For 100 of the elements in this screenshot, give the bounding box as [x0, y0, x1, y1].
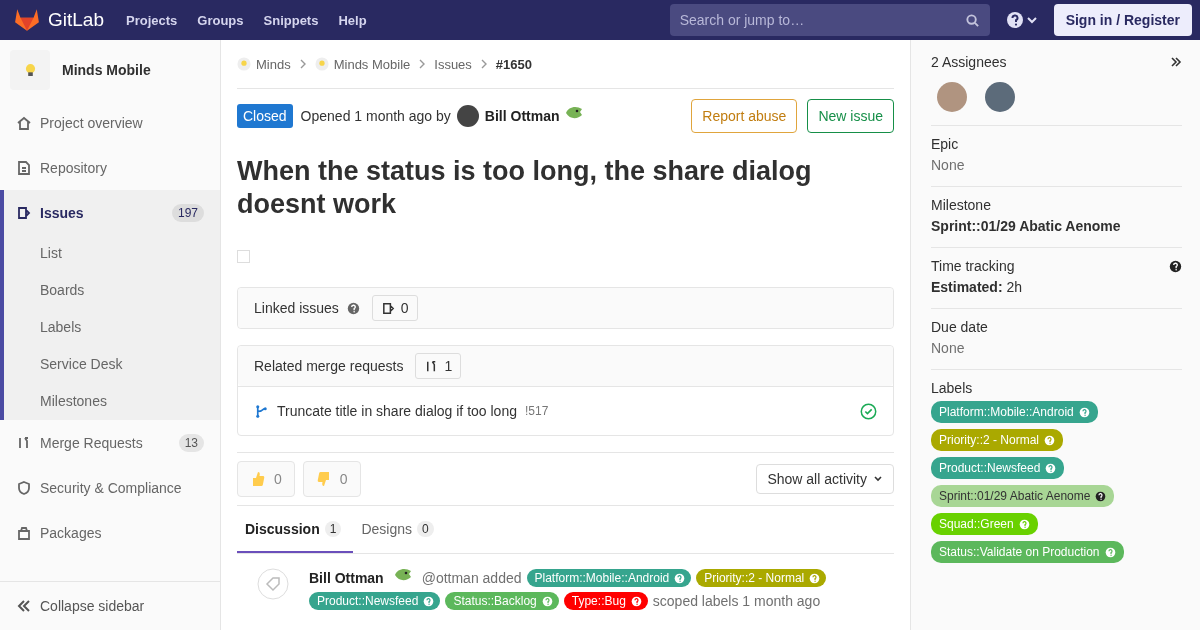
sidebar-item[interactable]: Security & Compliance: [0, 465, 220, 510]
sidebar-subitem[interactable]: Milestones: [4, 383, 220, 420]
label-pill[interactable]: Product::Newsfeed: [931, 457, 1065, 479]
breadcrumb-link[interactable]: Minds: [237, 56, 291, 72]
opened-text: Opened 1 month ago by: [300, 108, 451, 124]
breadcrumb-link[interactable]: Minds Mobile: [314, 56, 411, 72]
lightbulb-icon: [24, 62, 36, 78]
merge-request-link[interactable]: Truncate title in share dialog if too long: [277, 403, 517, 419]
action-button[interactable]: New issue: [807, 99, 894, 133]
note-text: @ottman added: [421, 569, 522, 588]
user-avatar[interactable]: [456, 105, 479, 127]
double-chevron-right-icon[interactable]: [1170, 56, 1182, 68]
action-button[interactable]: Report abuse: [691, 99, 798, 133]
sidebar-item[interactable]: Project overview: [0, 100, 220, 145]
project-avatar-icon: [314, 57, 329, 71]
emoji-award-button[interactable]: 0: [302, 461, 361, 497]
time-estimate: Estimated: 2h: [931, 279, 1024, 295]
sidebar-item[interactable]: Packages: [0, 510, 220, 555]
count-badge: 197: [171, 203, 204, 222]
chevron-right-icon: [479, 59, 488, 69]
nav-link[interactable]: Snippets: [263, 12, 319, 28]
sidebar-subitem[interactable]: Labels: [4, 309, 220, 346]
section-title: Epic: [931, 136, 960, 152]
label-pill[interactable]: Platform::Mobile::Android: [931, 401, 1098, 423]
task-checkbox[interactable]: [237, 250, 250, 263]
document-icon: [16, 159, 32, 176]
author-link[interactable]: Bill Ottman: [309, 568, 384, 588]
tag-icon: [257, 568, 289, 600]
label-pill[interactable]: Platform::Mobile::Android: [526, 569, 692, 587]
help-icon: [1078, 406, 1090, 418]
breadcrumb-link[interactable]: #1650: [495, 56, 532, 72]
help-icon: [423, 595, 435, 607]
count-badge: 1: [415, 353, 462, 379]
issues-icon: [16, 204, 32, 221]
status-badge: Closed: [237, 104, 293, 128]
sidebar-item[interactable]: Issues 197: [4, 190, 220, 235]
section-title: Labels: [931, 380, 974, 396]
project-avatar-icon: [237, 57, 251, 71]
label-pill[interactable]: Type::Bug: [563, 592, 648, 610]
milestone-link[interactable]: Sprint::01/29 Abatic Aenome: [931, 218, 1182, 234]
label-pill[interactable]: Product::Newsfeed: [309, 592, 441, 610]
issues-icon: [380, 300, 396, 316]
help-icon[interactable]: [1169, 259, 1182, 273]
project-name[interactable]: Minds Mobile: [62, 62, 151, 78]
tab[interactable]: Discussion 1: [237, 506, 354, 553]
help-icon: [674, 572, 686, 584]
nav-link[interactable]: Groups: [197, 12, 244, 28]
search-icon: [964, 13, 980, 28]
help-icon: [809, 572, 821, 584]
chevron-right-icon: [418, 59, 427, 69]
count-badge: 13: [178, 433, 204, 452]
caret-icon: [873, 474, 883, 484]
author-link[interactable]: Bill Ottman: [484, 108, 560, 124]
help-icon: [1044, 434, 1055, 446]
chevron-right-icon: [298, 59, 307, 69]
home-icon: [16, 114, 32, 131]
thumbs-down-icon: [315, 470, 332, 488]
brand-name[interactable]: GitLab: [48, 9, 104, 31]
card-title: Related merge requests: [254, 358, 404, 374]
help-icon: [1104, 546, 1116, 558]
breadcrumb-link[interactable]: Issues: [434, 56, 472, 72]
assignee-avatar[interactable]: [937, 82, 967, 112]
nav-link[interactable]: Help: [338, 12, 367, 28]
nav-link[interactable]: Projects: [126, 12, 178, 28]
issue-title: When the status is too long, the share dialog doesnt work: [237, 155, 813, 221]
sidebar-subitem[interactable]: List: [4, 235, 220, 272]
section-title: 2 Assignees: [931, 54, 1007, 70]
package-icon: [16, 524, 32, 541]
help-icon: [541, 595, 553, 607]
epic-value: None: [931, 157, 966, 173]
section-title: Due date: [931, 319, 989, 335]
sidebar-item[interactable]: Repository: [0, 145, 220, 190]
merge-icon: [254, 403, 269, 419]
emoji-award-button[interactable]: 0: [237, 461, 295, 497]
due-date-value: None: [931, 340, 966, 356]
sidebar-subitem[interactable]: Boards: [4, 272, 220, 309]
sign-in-button[interactable]: Sign in / Register: [1053, 4, 1192, 36]
help-icon: [1045, 462, 1057, 474]
help-icon: [1095, 490, 1107, 502]
shield-icon: [16, 479, 32, 496]
fox-logo-icon[interactable]: [14, 8, 40, 32]
count-badge: 0: [371, 295, 418, 321]
thumbs-up-icon: [250, 470, 266, 488]
sidebar-item[interactable]: Merge Requests 13: [0, 420, 220, 465]
help-icon: [630, 595, 642, 607]
sidebar-subitem[interactable]: Service Desk: [4, 346, 220, 383]
label-pill[interactable]: Sprint::01/29 Abatic Aenome: [931, 485, 1115, 507]
help-icon: [1018, 518, 1030, 530]
section-title: Time tracking: [931, 258, 1015, 274]
tab[interactable]: Designs 0: [353, 506, 442, 553]
check-circle-icon: [860, 402, 877, 420]
double-chevron-left-icon: [16, 598, 32, 614]
assignee-avatar[interactable]: [985, 82, 1015, 112]
card-title: Linked issues: [254, 300, 339, 316]
activity-filter-dropdown[interactable]: Show all activity: [756, 464, 894, 494]
note-text: scoped labels 1 month ago: [652, 592, 821, 611]
search-field[interactable]: Search or jump to…: [669, 4, 990, 36]
help-dropdown-icon[interactable]: [1005, 11, 1040, 29]
merge-request-ref: !517: [524, 404, 549, 418]
section-title: Milestone: [931, 197, 992, 213]
